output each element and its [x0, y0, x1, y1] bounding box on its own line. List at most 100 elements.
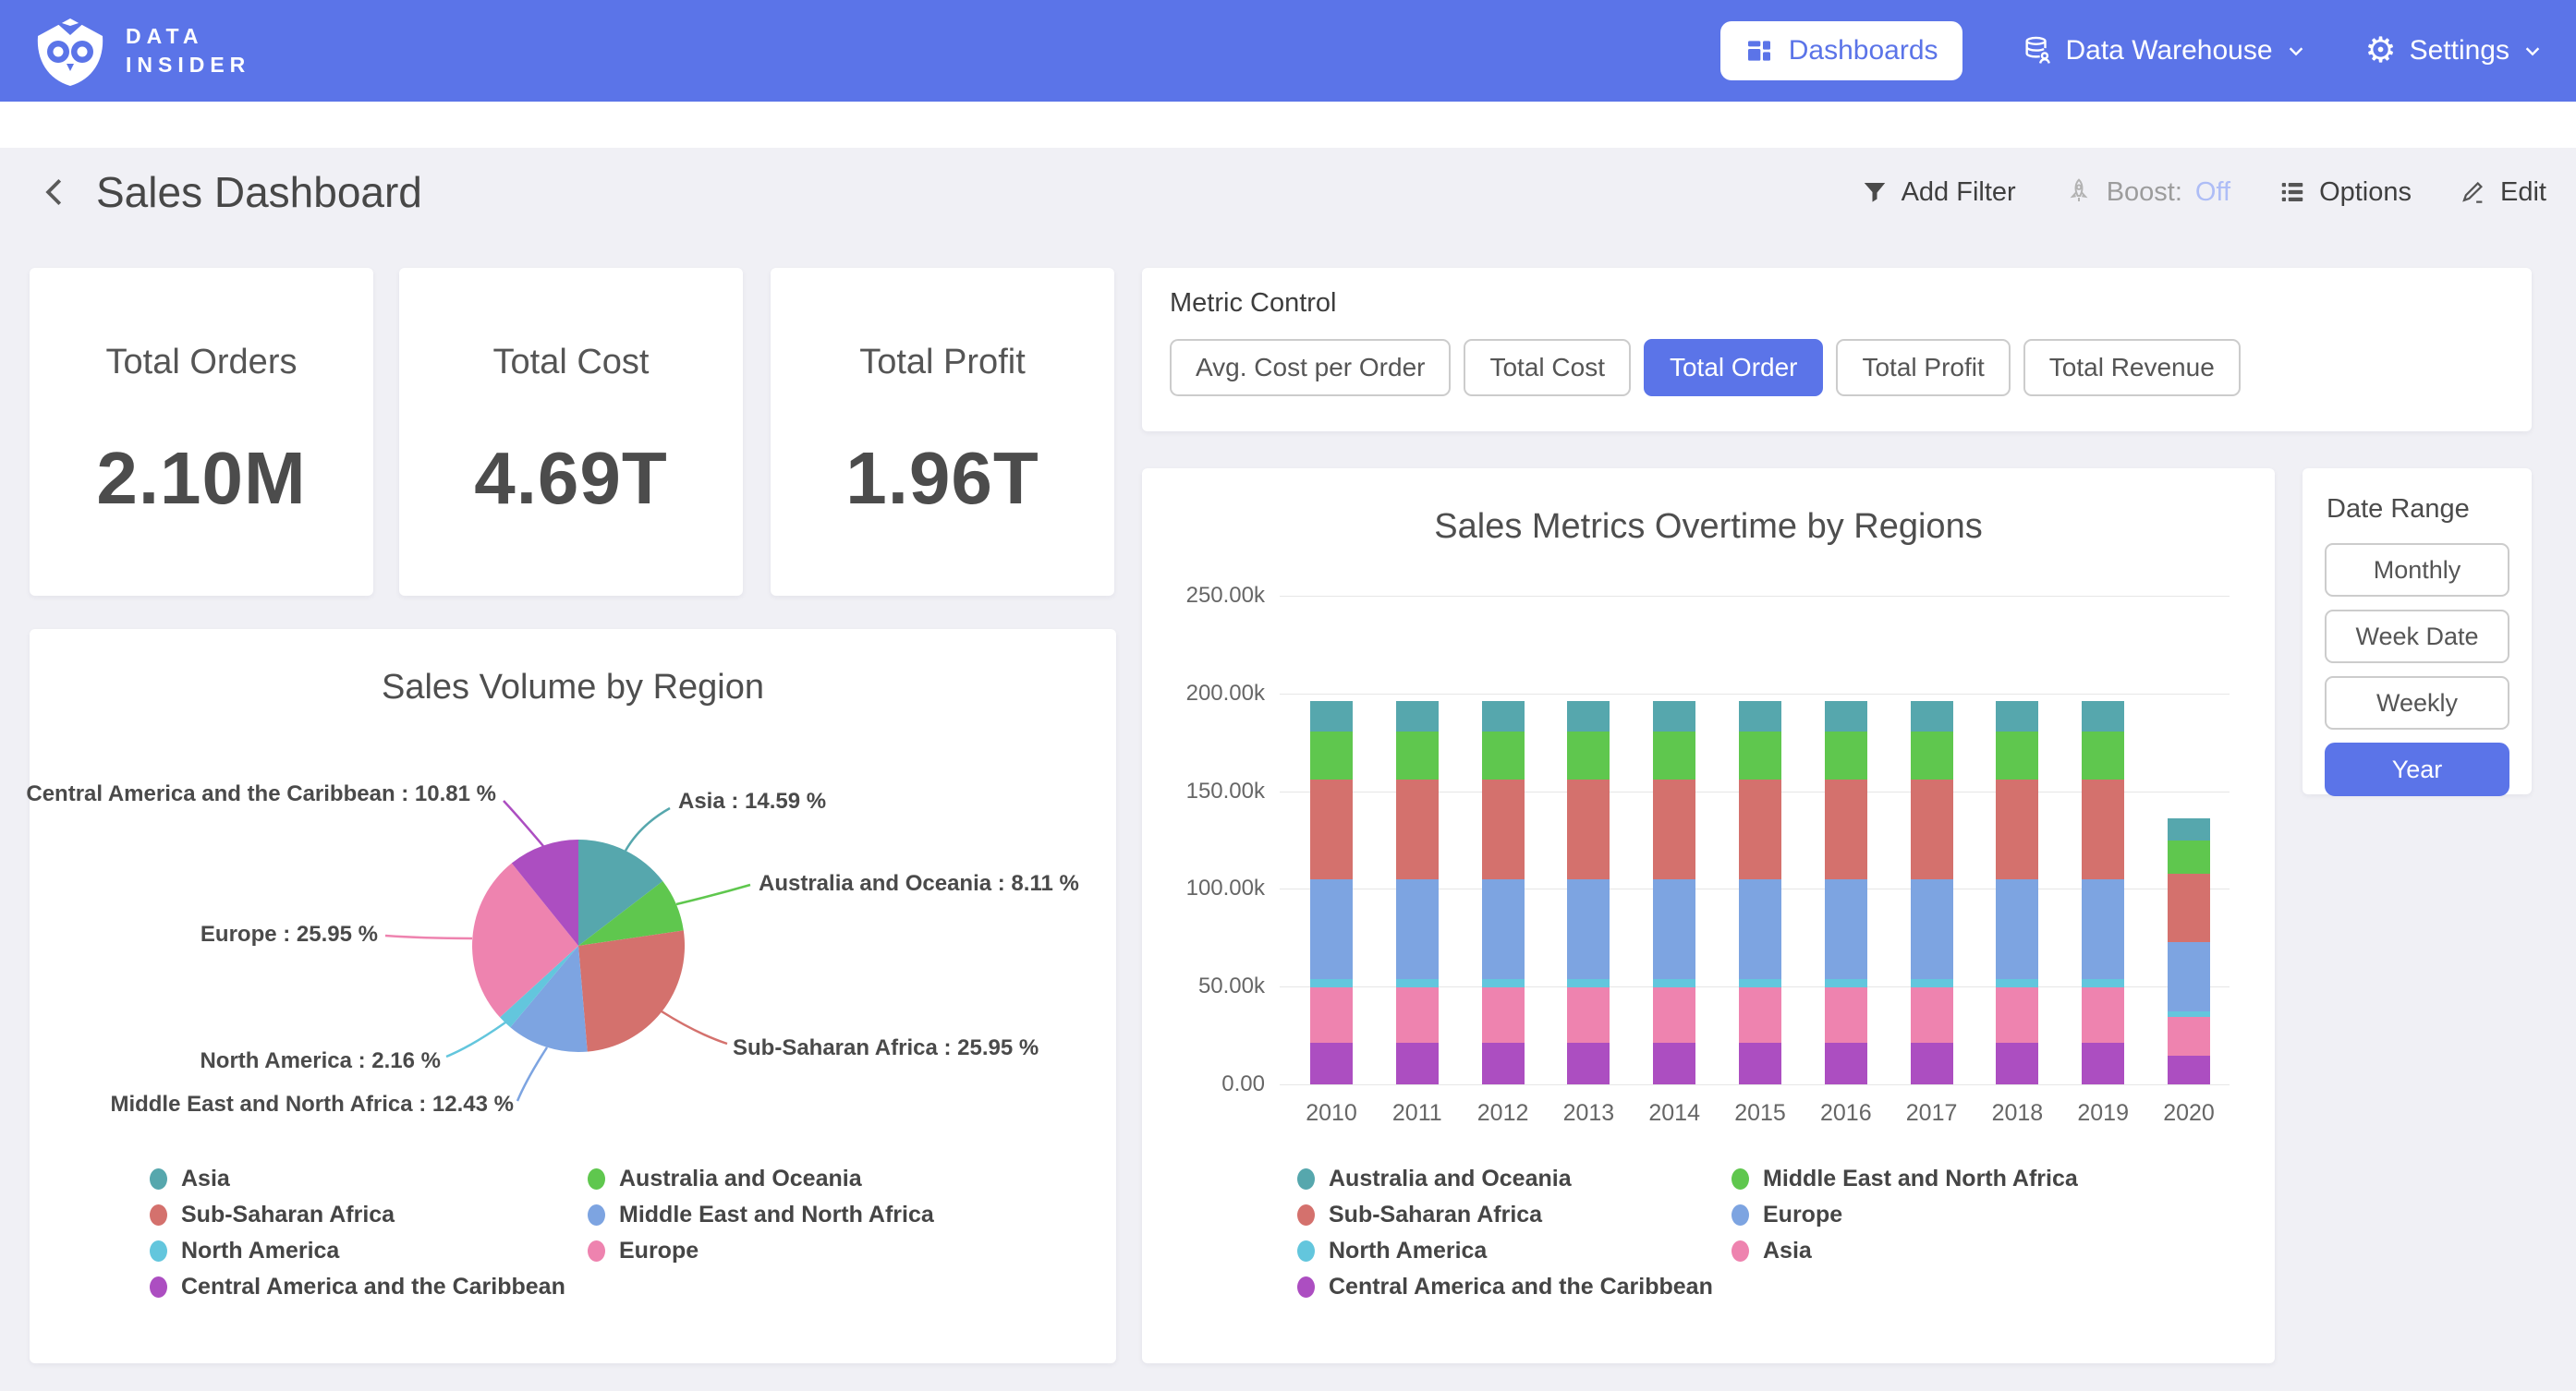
- bar-segment-australia-and-oceania[interactable]: [2082, 701, 2124, 732]
- bar-segment-europe[interactable]: [2168, 942, 2210, 1011]
- bar-segment-middle-east-and-north-africa[interactable]: [1911, 732, 1953, 780]
- boost-toggle[interactable]: Boost: Off: [2064, 177, 2230, 208]
- bar-segment-middle-east-and-north-africa[interactable]: [2082, 732, 2124, 780]
- bar-segment-asia[interactable]: [1739, 987, 1781, 1044]
- bar-segment-middle-east-and-north-africa[interactable]: [1653, 732, 1695, 780]
- bar-segment-north-america[interactable]: [1653, 979, 1695, 987]
- bar-segment-sub-saharan-africa[interactable]: [1911, 780, 1953, 879]
- bar-2011[interactable]: [1396, 701, 1439, 1084]
- bar-segment-middle-east-and-north-africa[interactable]: [2168, 841, 2210, 874]
- bar-segment-australia-and-oceania[interactable]: [1482, 701, 1525, 732]
- bar-segment-asia[interactable]: [1310, 987, 1353, 1044]
- bar-segment-central-america-and-the-caribbean[interactable]: [1825, 1043, 1867, 1084]
- bar-segment-europe[interactable]: [1396, 879, 1439, 979]
- options-button[interactable]: Options: [2278, 177, 2412, 208]
- bar-segment-central-america-and-the-caribbean[interactable]: [2082, 1043, 2124, 1084]
- edit-button[interactable]: Edit: [2460, 177, 2546, 208]
- bar-segment-sub-saharan-africa[interactable]: [2082, 780, 2124, 879]
- nav-item-settings[interactable]: ⚙ Settings: [2365, 33, 2543, 68]
- bar-segment-australia-and-oceania[interactable]: [2168, 818, 2210, 840]
- bar-segment-sub-saharan-africa[interactable]: [1739, 780, 1781, 879]
- bar-segment-central-america-and-the-caribbean[interactable]: [1739, 1043, 1781, 1084]
- bar-segment-asia[interactable]: [1996, 987, 2038, 1044]
- bar-segment-north-america[interactable]: [1825, 979, 1867, 987]
- bar-segment-australia-and-oceania[interactable]: [1825, 701, 1867, 732]
- bar-segment-australia-and-oceania[interactable]: [1310, 701, 1353, 732]
- back-button[interactable]: [28, 164, 83, 220]
- bar-segment-middle-east-and-north-africa[interactable]: [1996, 732, 2038, 780]
- bar-2012[interactable]: [1482, 701, 1525, 1084]
- bar-segment-europe[interactable]: [1567, 879, 1610, 979]
- bar-segment-sub-saharan-africa[interactable]: [1482, 780, 1525, 879]
- bar-segment-australia-and-oceania[interactable]: [1567, 701, 1610, 732]
- date-range-button-year[interactable]: Year: [2325, 743, 2509, 796]
- bar-2013[interactable]: [1567, 701, 1610, 1084]
- bar-segment-north-america[interactable]: [1396, 979, 1439, 987]
- bar-segment-middle-east-and-north-africa[interactable]: [1310, 732, 1353, 780]
- bar-2010[interactable]: [1310, 701, 1353, 1084]
- bar-segment-sub-saharan-africa[interactable]: [1653, 780, 1695, 879]
- bar-2017[interactable]: [1911, 701, 1953, 1084]
- bar-segment-north-america[interactable]: [1911, 979, 1953, 987]
- bar-segment-australia-and-oceania[interactable]: [1911, 701, 1953, 732]
- metric-button-avg-cost-per-order[interactable]: Avg. Cost per Order: [1170, 339, 1451, 396]
- date-range-button-monthly[interactable]: Monthly: [2325, 543, 2509, 597]
- bar-segment-sub-saharan-africa[interactable]: [1310, 780, 1353, 879]
- bar-segment-north-america[interactable]: [1567, 979, 1610, 987]
- bar-segment-asia[interactable]: [1653, 987, 1695, 1044]
- bar-segment-asia[interactable]: [1396, 987, 1439, 1044]
- bar-segment-sub-saharan-africa[interactable]: [1567, 780, 1610, 879]
- bar-2019[interactable]: [2082, 701, 2124, 1084]
- bar-segment-sub-saharan-africa[interactable]: [1825, 780, 1867, 879]
- bar-segment-north-america[interactable]: [1739, 979, 1781, 987]
- bar-segment-europe[interactable]: [1653, 879, 1695, 979]
- bar-segment-europe[interactable]: [1825, 879, 1867, 979]
- nav-item-data-warehouse[interactable]: Data Warehouse: [2022, 35, 2306, 67]
- bar-2018[interactable]: [1996, 701, 2038, 1084]
- bar-segment-australia-and-oceania[interactable]: [1739, 701, 1781, 732]
- bar-segment-central-america-and-the-caribbean[interactable]: [1653, 1043, 1695, 1084]
- bar-2020[interactable]: [2168, 818, 2210, 1084]
- bar-segment-central-america-and-the-caribbean[interactable]: [1310, 1043, 1353, 1084]
- bar-2015[interactable]: [1739, 701, 1781, 1084]
- bar-segment-middle-east-and-north-africa[interactable]: [1482, 732, 1525, 780]
- metric-button-total-cost[interactable]: Total Cost: [1464, 339, 1631, 396]
- metric-button-total-profit[interactable]: Total Profit: [1836, 339, 2010, 396]
- metric-button-total-order[interactable]: Total Order: [1644, 339, 1824, 396]
- bar-segment-central-america-and-the-caribbean[interactable]: [1996, 1043, 2038, 1084]
- bar-segment-asia[interactable]: [1482, 987, 1525, 1044]
- bar-segment-europe[interactable]: [1996, 879, 2038, 979]
- bar-segment-north-america[interactable]: [1482, 979, 1525, 987]
- bar-segment-australia-and-oceania[interactable]: [1396, 701, 1439, 732]
- bar-segment-north-america[interactable]: [2082, 979, 2124, 987]
- bar-segment-north-america[interactable]: [1996, 979, 2038, 987]
- bar-segment-middle-east-and-north-africa[interactable]: [1739, 732, 1781, 780]
- bar-segment-europe[interactable]: [1911, 879, 1953, 979]
- bar-segment-asia[interactable]: [2082, 987, 2124, 1044]
- bar-segment-asia[interactable]: [2168, 1017, 2210, 1056]
- bar-segment-middle-east-and-north-africa[interactable]: [1825, 732, 1867, 780]
- bar-segment-asia[interactable]: [1567, 987, 1610, 1044]
- date-range-button-weekly[interactable]: Weekly: [2325, 676, 2509, 730]
- bar-segment-central-america-and-the-caribbean[interactable]: [1396, 1043, 1439, 1084]
- date-range-button-week-date[interactable]: Week Date: [2325, 610, 2509, 663]
- add-filter-button[interactable]: Add Filter: [1861, 177, 2016, 208]
- bar-segment-north-america[interactable]: [1310, 979, 1353, 987]
- bar-segment-asia[interactable]: [1825, 987, 1867, 1044]
- bar-segment-australia-and-oceania[interactable]: [1653, 701, 1695, 732]
- bar-segment-central-america-and-the-caribbean[interactable]: [1911, 1043, 1953, 1084]
- metric-button-total-revenue[interactable]: Total Revenue: [2023, 339, 2241, 396]
- bar-segment-middle-east-and-north-africa[interactable]: [1396, 732, 1439, 780]
- nav-item-dashboards[interactable]: Dashboards: [1720, 21, 1962, 80]
- bar-segment-middle-east-and-north-africa[interactable]: [1567, 732, 1610, 780]
- bar-2016[interactable]: [1825, 701, 1867, 1084]
- bar-segment-asia[interactable]: [1911, 987, 1953, 1044]
- bar-segment-sub-saharan-africa[interactable]: [2168, 874, 2210, 943]
- bar-segment-sub-saharan-africa[interactable]: [1396, 780, 1439, 879]
- bar-segment-europe[interactable]: [1310, 879, 1353, 979]
- bar-segment-central-america-and-the-caribbean[interactable]: [1567, 1043, 1610, 1084]
- bar-2014[interactable]: [1653, 701, 1695, 1084]
- bar-segment-europe[interactable]: [1739, 879, 1781, 979]
- bar-segment-central-america-and-the-caribbean[interactable]: [1482, 1043, 1525, 1084]
- pie-slice-sub-saharan-africa[interactable]: [578, 930, 685, 1051]
